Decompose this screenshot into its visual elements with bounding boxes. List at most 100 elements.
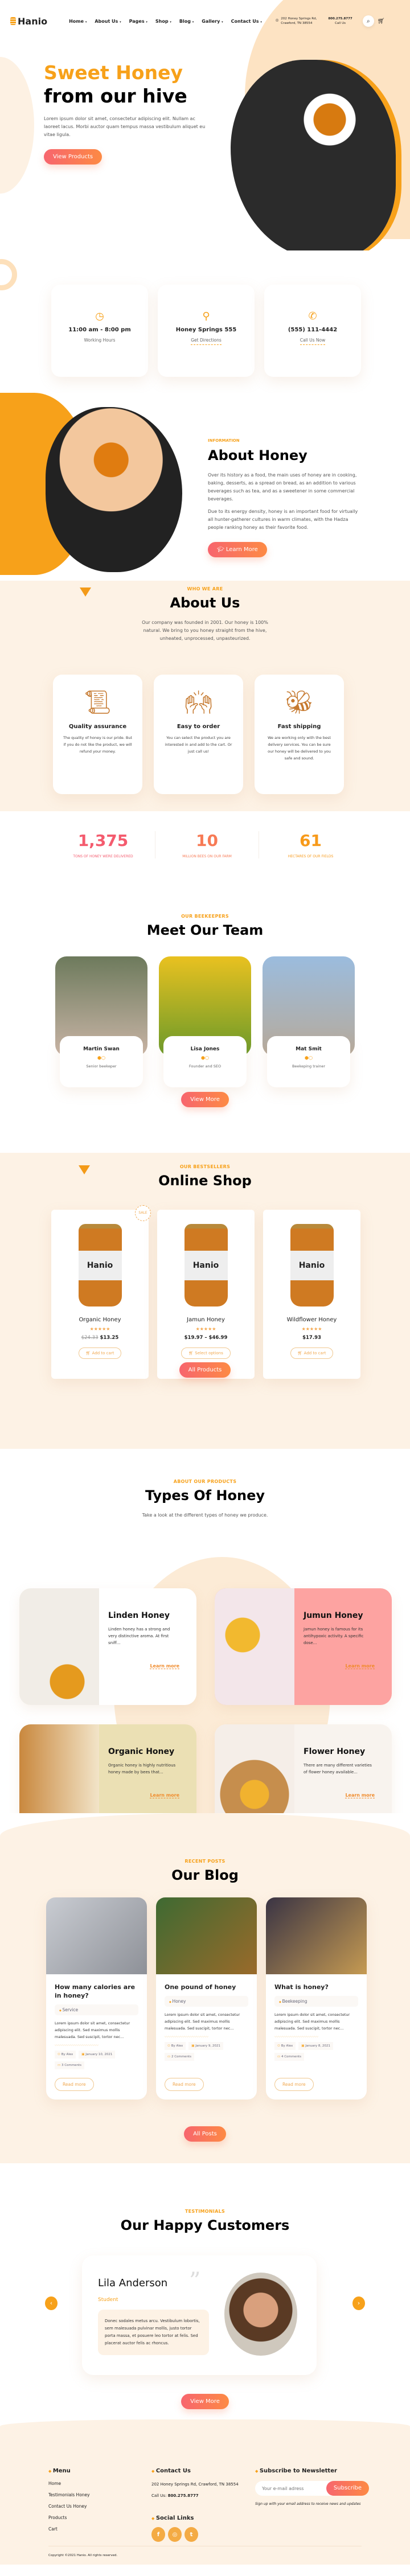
add-to-cart-button[interactable]: 🛒︎ Select options: [181, 1347, 231, 1359]
honey-type-card[interactable]: Jumun Honey Jamun honey is famous for it…: [215, 1588, 392, 1705]
nav-item[interactable]: Gallery ▾: [202, 19, 223, 24]
nav-item[interactable]: Blog ▾: [179, 19, 194, 24]
decor-blob: [0, 57, 34, 194]
address-line: 202 Honey Springs Rd,: [281, 17, 317, 20]
comment-icon: ▭: [277, 2055, 281, 2059]
blog-date: ▣ January 9, 2021: [188, 2042, 223, 2050]
eyebrow: WHO WE ARE: [187, 586, 223, 591]
footer-menu-link[interactable]: Products: [48, 2515, 140, 2520]
nav-item[interactable]: Home ▾: [69, 19, 87, 24]
learn-more-link[interactable]: Learn more: [345, 1793, 375, 1798]
honey-type-card[interactable]: Linden Honey Linden honey has a strong a…: [19, 1588, 196, 1705]
member-role: Senior beekeper: [86, 1064, 117, 1069]
read-more-button[interactable]: Read more: [274, 2078, 314, 2091]
blog-category[interactable]: ◆ Beekeeping: [274, 1996, 358, 2007]
read-more-button[interactable]: Read more: [55, 2078, 94, 2091]
email-input[interactable]: [255, 2481, 326, 2496]
team-card[interactable]: Mat Smit ⬢⬡ Beekeping trainer: [263, 956, 355, 1087]
shop-section: OUR BESTSELLERS Online Shop SALE Hanio O…: [0, 1153, 410, 1449]
footer-menu-link[interactable]: Home: [48, 2481, 140, 2486]
testimonials-section: TESTIMONIALS Our Happy Customers ‹ › Lil…: [0, 2163, 410, 2419]
nav-item[interactable]: Contact Us ▾: [231, 19, 262, 24]
carousel-prev-button[interactable]: ‹: [45, 2296, 58, 2310]
button-label: Add to cart: [92, 1351, 114, 1355]
facebook-icon[interactable]: f: [151, 2527, 165, 2542]
learn-more-link[interactable]: Learn more: [150, 1663, 179, 1669]
logo[interactable]: Hanio: [10, 16, 47, 27]
blog-card[interactable]: How many calories are in honey? ◆ Servic…: [46, 1897, 147, 2100]
blog-card[interactable]: One pound of honey ◆ Honey Lorem ipsum d…: [156, 1897, 257, 2100]
all-posts-button[interactable]: All Posts: [184, 2126, 226, 2142]
stat-label: TONS OF HONEY WERE DELIVERED: [73, 854, 133, 858]
blog-excerpt: Lorem ipsum dolor sit amet, consectetur …: [55, 2021, 130, 2039]
search-button[interactable]: ⌕: [362, 15, 374, 27]
honey-type-image: [215, 1724, 294, 1813]
nav-item[interactable]: Shop ▾: [155, 19, 171, 24]
product-card[interactable]: SALE Hanio Organic Honey ★★★★★ $24.33 $1…: [51, 1205, 151, 1379]
footer-menu-link[interactable]: Cart: [48, 2526, 140, 2532]
add-to-cart-button[interactable]: 🛒︎ Add to cart: [78, 1347, 122, 1359]
rating-stars: ★★★★★: [301, 1326, 322, 1332]
footer-menu-link[interactable]: Contact Us Honey: [48, 2504, 140, 2509]
view-products-button[interactable]: View Products: [44, 149, 102, 165]
header-phone[interactable]: 800.275.8777 Call Us: [328, 17, 352, 26]
info-subtitle[interactable]: Call Us Now: [300, 338, 326, 345]
view-more-testimonials-button[interactable]: View More: [181, 2394, 229, 2409]
blog-title[interactable]: One pound of honey: [165, 1983, 248, 1991]
blog-title[interactable]: How many calories are in honey?: [55, 1983, 138, 2000]
section-title: Our Blog: [171, 1867, 239, 1883]
cart-button[interactable]: 🛒︎: [378, 18, 385, 24]
blog-author[interactable]: ⚇ By Alex: [55, 2051, 76, 2059]
instagram-icon[interactable]: ◎: [168, 2527, 182, 2542]
honey-type-name: Organic Honey: [108, 1747, 175, 1756]
all-products-button[interactable]: All Products: [179, 1362, 231, 1378]
footer-phone[interactable]: Call Us: 800.275.8777: [151, 2493, 254, 2498]
stat-label: HECTARES OF OUR FIELDS: [288, 854, 334, 858]
team-card[interactable]: Lisa Jones ⬢⬡ Founder and SEO: [159, 956, 251, 1087]
blog-comments[interactable]: ▭ 3 Comments: [55, 2061, 85, 2069]
honey-type-name: Linden Honey: [108, 1611, 170, 1620]
hero-image: [231, 60, 396, 250]
info-card: ⚲ Honey Springs 555 Get Directions: [158, 285, 255, 377]
product-name: Organic Honey: [79, 1317, 121, 1323]
comment-icon: ▭: [58, 2064, 62, 2067]
nav-item[interactable]: Pages ▾: [129, 19, 147, 24]
honey-type-card[interactable]: Organic Honey Organic honey is highly nu…: [19, 1724, 196, 1813]
eyebrow: INFORMATION: [208, 438, 240, 443]
add-to-cart-button[interactable]: 🛒︎ Add to cart: [290, 1347, 334, 1359]
blog-category[interactable]: ◆ Honey: [165, 1996, 248, 2007]
blog-author[interactable]: ⚇ By Alex: [274, 2042, 296, 2050]
rating-stars: ★★★★★: [195, 1326, 216, 1332]
product-image: Hanio: [78, 1224, 122, 1307]
subscribe-button[interactable]: Subscribe: [326, 2481, 369, 2496]
twitter-icon[interactable]: t: [184, 2527, 198, 2542]
read-more-button[interactable]: Read more: [165, 2078, 204, 2091]
carousel-next-button[interactable]: ›: [352, 2296, 365, 2310]
blog-author[interactable]: ⚇ By Alex: [165, 2042, 186, 2050]
feature-text: The quality of honey is our pride. But i…: [63, 736, 132, 754]
copyright: Copyright ©2021 Hanio. All rights reserv…: [48, 2554, 118, 2557]
info-subtitle[interactable]: Get Directions: [191, 338, 222, 345]
nav-label: Blog: [179, 18, 191, 24]
blog-image: [156, 1897, 257, 1974]
blog-comments[interactable]: ▭ 4 Comments: [274, 2053, 305, 2061]
learn-more-button[interactable]: 🎓︎ Learn More: [208, 542, 267, 557]
blog-title[interactable]: What is honey?: [274, 1983, 358, 1991]
section-title: Online Shop: [158, 1173, 252, 1189]
nav-item[interactable]: About Us ▾: [95, 19, 121, 24]
paragraph: Over its history as a food, the main use…: [208, 473, 357, 502]
blog-card[interactable]: What is honey? ◆ Beekeeping Lorem ipsum …: [266, 1897, 367, 2100]
call-label: Call Us:: [151, 2493, 167, 2498]
blog-comments[interactable]: ▭ 2 Comments: [165, 2053, 195, 2061]
product-card[interactable]: Hanio Wildflower Honey ★★★★★ $17.93 🛒︎ A…: [263, 1210, 360, 1379]
team-card[interactable]: Martin Swan ⬢⬡ Senior beekeper: [55, 956, 147, 1087]
learn-more-link[interactable]: Learn more: [345, 1663, 375, 1669]
footer-menu-link[interactable]: Testimonials Honey: [48, 2492, 140, 2497]
view-more-team-button[interactable]: View More: [181, 1092, 229, 1107]
product-card[interactable]: Hanio Jamun Honey ★★★★★ $19.97 – $46.99 …: [157, 1210, 255, 1379]
member-name: Mat Smit: [296, 1046, 322, 1052]
honey-type-card[interactable]: Flower Honey There are many different va…: [215, 1724, 392, 1813]
learn-more-link[interactable]: Learn more: [150, 1793, 179, 1798]
blog-category[interactable]: ◆ Service: [55, 2004, 138, 2015]
testimonial-card: Lila Anderson ” Student Donec sodales me…: [82, 2255, 317, 2375]
